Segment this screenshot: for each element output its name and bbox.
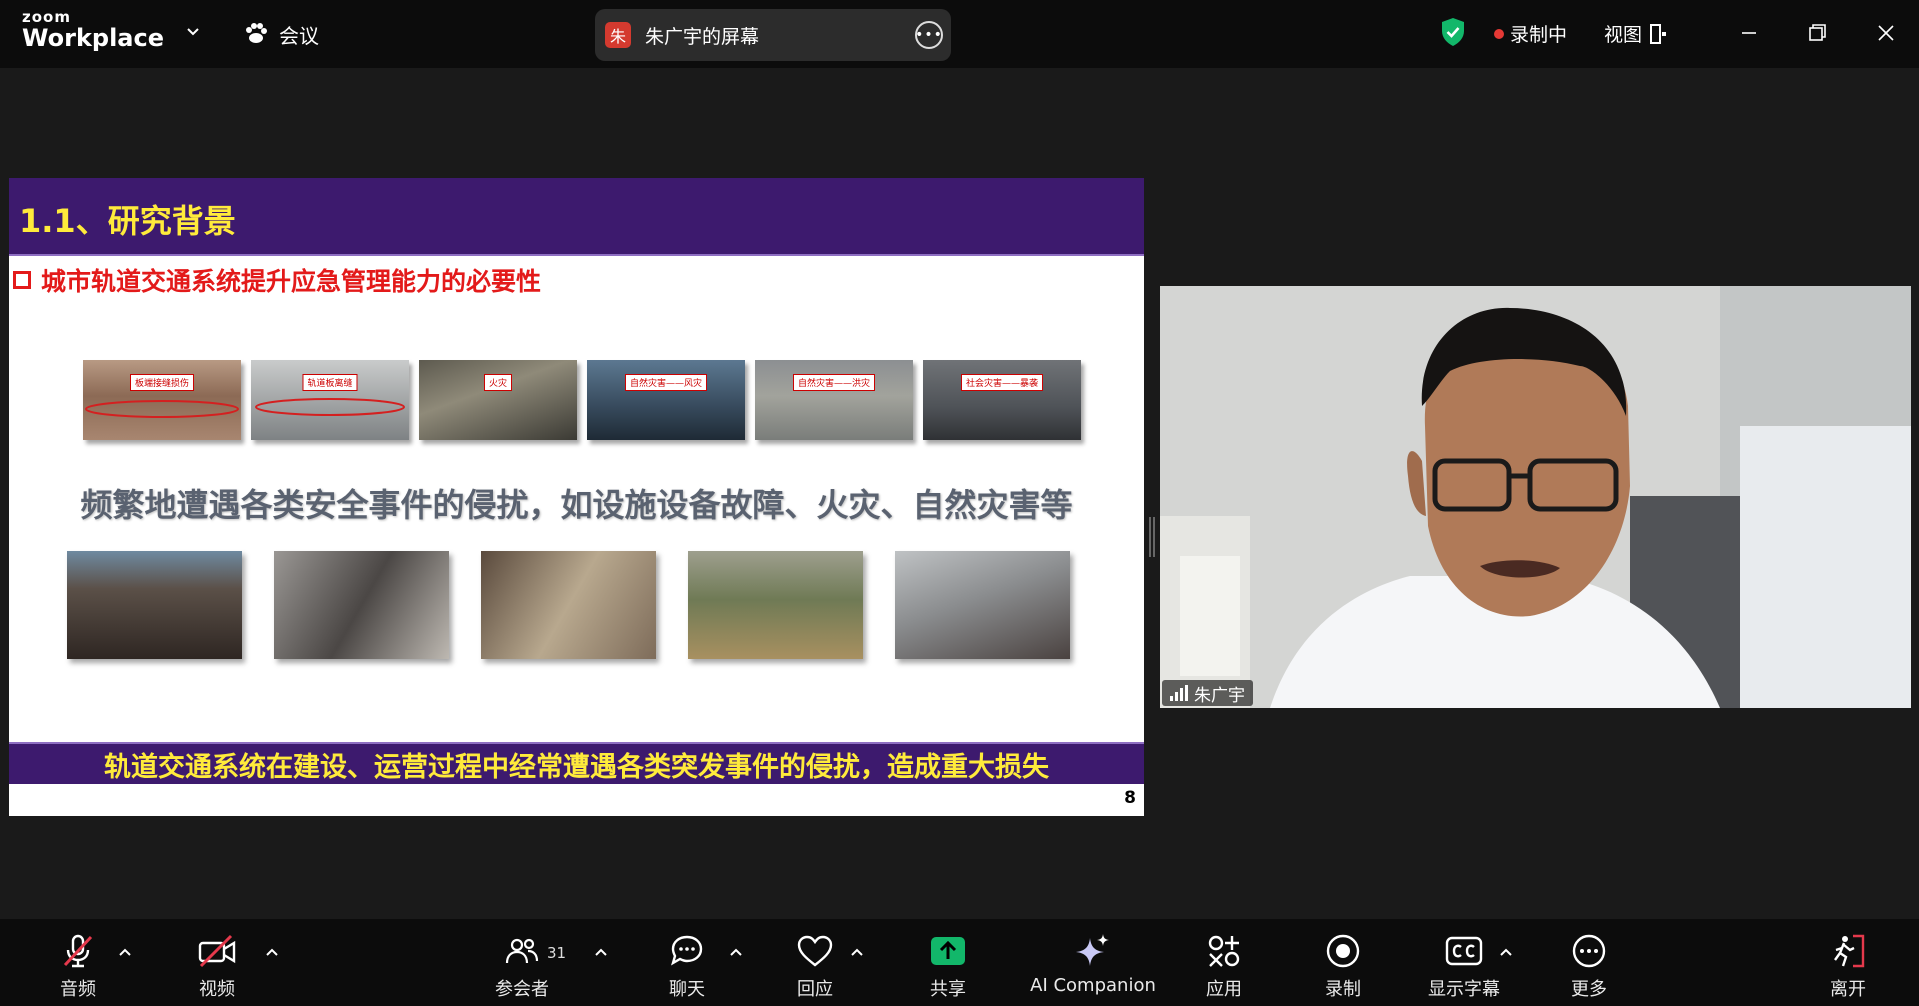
ai-sparkle-icon	[1076, 934, 1109, 966]
more-dots-icon	[1572, 934, 1606, 968]
slide-title: 1.1、研究背景	[19, 202, 236, 240]
photo-tag: 火灾	[483, 374, 513, 391]
participant-video-feed	[1160, 286, 1911, 708]
chevron-up-icon[interactable]	[264, 944, 280, 960]
slab-damage-photo: 板端接缝损伤	[83, 360, 241, 440]
participants-icon	[505, 938, 539, 964]
slide-header-band: 1.1、研究背景	[9, 178, 1144, 256]
typhoon-photo: 自然灾害——风灾	[587, 360, 745, 440]
participant-name: 朱广宇	[1194, 685, 1245, 706]
close-icon[interactable]	[1873, 20, 1899, 46]
security-shield-icon[interactable]	[1440, 17, 1466, 47]
more-button[interactable]: 更多	[1534, 931, 1644, 1001]
incident-photo-row-top: 板端接缝损伤 轨道板离缝 火灾 自然灾害——风灾 自然灾害——洪灾 社会灾害——…	[83, 360, 1081, 440]
microphone-muted-icon	[63, 934, 93, 968]
signal-strength-icon	[1170, 685, 1188, 701]
share-screen-icon	[931, 937, 965, 965]
shared-slide: 1.1、研究背景 城市轨道交通系统提升应急管理能力的必要性 板端接缝损伤 轨道板…	[9, 178, 1144, 816]
audio-button[interactable]: 音频	[23, 931, 133, 1001]
view-menu-button[interactable]: 视图	[1604, 20, 1668, 47]
participant-video-tile[interactable]	[1160, 286, 1911, 708]
fire-photo: 火灾	[419, 360, 577, 440]
react-button[interactable]: 回应	[760, 931, 870, 1001]
ai-companion-button[interactable]: AI Companion	[1023, 931, 1163, 1001]
chevron-up-icon[interactable]	[728, 944, 744, 960]
screen-share-pill[interactable]: 朱 朱广宇的屏幕 •••	[595, 9, 951, 61]
photo-tag: 社会灾害——暴袭	[960, 374, 1044, 391]
minimize-icon[interactable]	[1736, 20, 1762, 46]
photo-tag: 轨道板离缝	[302, 374, 358, 391]
participants-button[interactable]: 参会者	[467, 931, 577, 1001]
leave-button[interactable]: 离开	[1793, 931, 1903, 1001]
sharer-avatar: 朱	[605, 22, 631, 48]
chat-bubble-icon	[671, 935, 703, 966]
slide-caption: 频繁地遭遇各类安全事件的侵扰，如设施设备故障、火灾、自然灾害等	[80, 486, 1073, 524]
apps-icon	[1208, 935, 1240, 967]
social-riot-photo: 社会灾害——暴袭	[923, 360, 1081, 440]
heart-icon	[797, 935, 833, 967]
chevron-up-icon[interactable]	[1498, 944, 1514, 960]
meeting-menu-button[interactable]: 会议	[243, 18, 319, 50]
view-label: 视图	[1604, 24, 1643, 46]
slide-footer-band: 轨道交通系统在建设、运营过程中经常遭遇各类突发事件的侵扰，造成重大损失	[9, 742, 1144, 784]
zoom-workplace-logo: zoom Workplace	[22, 8, 165, 52]
track-slab-gap-photo: 轨道板离缝	[251, 360, 409, 440]
record-button[interactable]: 录制	[1288, 931, 1398, 1001]
chevron-down-icon[interactable]	[183, 22, 203, 42]
paw-icon	[246, 23, 267, 43]
closed-captions-icon	[1445, 936, 1483, 966]
view-layout-icon	[1650, 23, 1667, 44]
top-bar: zoom Workplace 会议 朱 朱广宇的屏幕 ••• 录制中 视图	[0, 0, 1919, 68]
photo-tag: 自然灾害——风灾	[624, 374, 708, 391]
flood-photo: 自然灾害——洪灾	[755, 360, 913, 440]
photo-tag: 板端接缝损伤	[129, 374, 195, 391]
slide-page-number: 8	[1124, 788, 1136, 808]
chevron-up-icon[interactable]	[117, 944, 133, 960]
meeting-menu-label: 会议	[279, 23, 319, 48]
road-explosion-photo	[895, 551, 1070, 659]
photo-tag: 自然灾害——洪灾	[792, 374, 876, 391]
participant-name-tag: 朱广宇	[1162, 680, 1253, 706]
camera-off-icon	[198, 934, 236, 968]
collapse-photo	[67, 551, 242, 659]
flooded-station-photo	[688, 551, 863, 659]
share-button[interactable]: 共享	[893, 931, 1003, 1001]
screen-share-label: 朱广宇的屏幕	[645, 25, 760, 48]
recording-indicator[interactable]: 录制中	[1494, 20, 1567, 47]
apps-button[interactable]: 应用	[1169, 931, 1279, 1001]
maximize-icon[interactable]	[1804, 20, 1830, 46]
more-options-icon[interactable]: •••	[915, 21, 943, 49]
participants-count: 31	[547, 944, 567, 962]
checkbox-bullet-icon	[13, 271, 31, 289]
captions-button[interactable]: 显示字幕	[1409, 931, 1519, 1001]
slide-subtitle: 城市轨道交通系统提升应急管理能力的必要性	[13, 262, 541, 298]
chevron-up-icon[interactable]	[849, 944, 865, 960]
burned-train-photo	[274, 551, 449, 659]
chat-button[interactable]: 聊天	[632, 931, 742, 1001]
passengers-on-floor-photo	[481, 551, 656, 659]
record-icon	[1326, 934, 1360, 968]
resize-handle[interactable]	[1149, 517, 1155, 557]
incident-photo-row-bottom	[67, 551, 1070, 659]
recording-dot-icon	[1494, 28, 1504, 39]
recording-label: 录制中	[1510, 24, 1568, 46]
video-button[interactable]: 视频	[162, 931, 272, 1001]
chevron-up-icon[interactable]	[593, 944, 609, 960]
leave-door-icon	[1834, 934, 1865, 968]
